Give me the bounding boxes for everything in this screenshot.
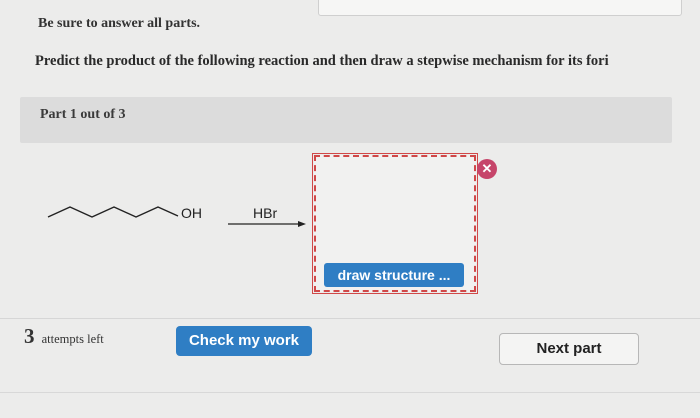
instruction-text: Be sure to answer all parts. [38,16,201,31]
footer-divider [0,318,700,319]
reagent-label: HBr [253,205,277,221]
part-label: Part 1 out of 3 [40,107,126,122]
question-prompt: Predict the product of the following rea… [35,53,609,69]
hydroxyl-label: OH [181,205,202,221]
structure-drawing-area[interactable]: draw structure ... [312,153,478,294]
pentanol-skeleton [47,206,179,218]
next-part-button[interactable]: Next part [499,333,639,365]
attempts-indicator: 3 attempts left [24,324,104,349]
check-my-work-button[interactable]: Check my work [176,326,312,356]
attempts-label: attempts left [41,332,104,346]
attempts-count: 3 [24,324,35,348]
close-icon[interactable]: ✕ [477,159,497,179]
top-panel-edge [318,0,682,16]
part-header-bar: Part 1 out of 3 [20,97,672,143]
bottom-divider [0,392,700,393]
reaction-scheme: OH HBr [47,205,306,227]
reaction-arrowhead [298,221,306,227]
draw-structure-button[interactable]: draw structure ... [324,263,464,287]
